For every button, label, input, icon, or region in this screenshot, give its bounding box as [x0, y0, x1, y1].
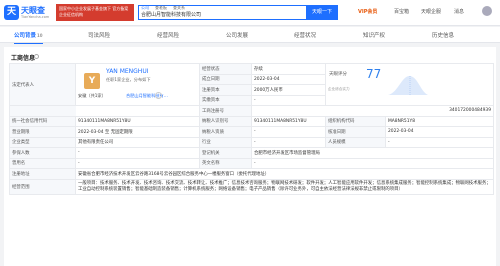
tab-operations[interactable]: 经营状况 — [294, 31, 316, 39]
more-icon[interactable] — [155, 92, 162, 99]
former-name-value: - — [75, 157, 200, 169]
business-info-card: 工商信息 法定代表人 Y YAN MENGHUI 任职1家企业，分布如下 安徽（… — [4, 47, 496, 266]
score-curve-icon — [388, 75, 428, 95]
term-label: 营业期限 — [9, 126, 76, 138]
score-value: 77 — [366, 67, 382, 81]
tab-operating-risk[interactable]: 经营风险 — [157, 31, 179, 39]
logo-mark-icon: 天 — [4, 5, 19, 20]
tab-count: 10 — [37, 33, 43, 38]
vip-link[interactable]: VIP会员 — [358, 8, 377, 15]
address-value: 安徽省合肥市经济技术开发区云谷路3168号云谷园区综合服务中心一楼服务窗口（委托… — [75, 168, 494, 180]
legal-rep-region: 安徽（共1家） — [78, 93, 106, 98]
company-type-value: 其他有限责任公司 — [75, 136, 200, 148]
credit-code-label: 统一社会信用代码 — [9, 115, 76, 127]
reg-capital-value: 2000万人民币 — [251, 84, 326, 96]
score-label: 天眼评分 — [329, 72, 347, 77]
brand-url: TianYancha.com — [21, 15, 50, 19]
legal-rep-summary: 任职1家企业，分布如下 — [106, 77, 151, 82]
section-title: 工商信息 — [11, 55, 36, 62]
scope-label: 经营范围 — [9, 178, 76, 195]
org-code-value: MA8NR51Y8 — [385, 115, 494, 127]
search-box: 公司 查老板 查关系 合肥山月智能科技有限公司 天眼一下 — [138, 5, 338, 20]
est-date-label: 成立日期 — [199, 73, 252, 85]
top-bar: 天 天眼查 TianYancha.com 国家中小企业发展子基金旗下 官方备案企… — [0, 0, 500, 26]
org-code-label: 组织机构代码 — [325, 115, 386, 127]
tab-label: 公司背景 — [14, 33, 37, 39]
tax-id-value: 91340111MA8NR51Y8U — [251, 115, 326, 127]
authority-label: 登记机关 — [199, 147, 252, 159]
staff-size-value: - — [385, 136, 494, 148]
est-date-value: 2022-03-04 — [251, 73, 326, 85]
taxpayer-label: 纳税人资质 — [199, 126, 252, 138]
enterprise-service-link[interactable]: 天眼企服 — [421, 8, 441, 15]
english-name-label: 英文名称 — [199, 157, 252, 169]
approve-date-value: 2022-03-04 — [385, 126, 494, 138]
english-name-value: - — [251, 157, 494, 169]
staff-size-label: 人员规模 — [325, 136, 386, 148]
user-avatar[interactable] — [482, 6, 492, 16]
spacer-cell — [75, 105, 200, 117]
tax-id-label: 纳税人识别号 — [199, 115, 252, 127]
reg-capital-label: 注册资本 — [199, 84, 252, 96]
scope-value: 一般项目：技术服务、技术开发、技术咨询、技术交流、技术转让、技术推广；信息技术咨… — [75, 178, 494, 195]
paid-capital-value: - — [251, 94, 326, 106]
address-label: 注册地址 — [9, 168, 76, 180]
tab-company-background[interactable]: 公司背景10 — [14, 31, 43, 44]
biz-reg-no-label: 工商注册号 — [199, 105, 252, 117]
business-info-table: 法定代表人 Y YAN MENGHUI 任职1家企业，分布如下 安徽（共1家） … — [9, 63, 494, 195]
biz-reg-no-value: 340172000484939 — [251, 105, 494, 117]
tab-ip[interactable]: 知识产权 — [363, 31, 385, 39]
tab-legal-risk[interactable]: 司法风险 — [88, 31, 110, 39]
spacer-cell — [9, 105, 76, 117]
legal-rep-label: 法定代表人 — [9, 63, 76, 106]
authority-value: 合肥市经济开发区市场监督管理局 — [251, 147, 494, 159]
tab-history[interactable]: 历史信息 — [432, 31, 454, 39]
search-input[interactable]: 合肥山月智能科技有限公司 — [141, 11, 281, 20]
legal-rep-panel: Y YAN MENGHUI 任职1家企业，分布如下 安徽（共1家） 合肥山月智能… — [77, 65, 199, 104]
former-name-label: 曾用名 — [9, 157, 76, 169]
taxpayer-value: - — [251, 126, 326, 138]
messages-link[interactable]: 消息 — [454, 8, 464, 15]
score-caption: 企业综合实力 — [328, 87, 350, 91]
insured-label: 参保人数 — [9, 147, 76, 159]
legal-rep-avatar[interactable]: Y — [84, 73, 100, 89]
status-value: 存续 — [251, 63, 326, 75]
section-tabs: 公司背景10 司法风险 经营风险 公司发展 经营状况 知识产权 历史信息 — [0, 27, 500, 44]
company-type-label: 企业类型 — [9, 136, 76, 148]
status-label: 经营状态 — [199, 63, 252, 75]
tianyan-score-panel[interactable]: 天眼评分 77 企业综合实力 — [327, 65, 493, 104]
paid-capital-label: 实缴资本 — [199, 94, 252, 106]
promo-banner[interactable]: 国家中小企业发展子基金旗下 官方备案企业征信机构 — [56, 4, 134, 21]
industry-value: - — [251, 136, 326, 148]
toolbox-link[interactable]: 百宝箱 — [394, 8, 409, 15]
legal-rep-name[interactable]: YAN MENGHUI — [106, 68, 148, 75]
industry-label: 行业 — [199, 136, 252, 148]
term-value: 2022-03-04 至 无固定期限 — [75, 126, 200, 138]
tab-development[interactable]: 公司发展 — [226, 31, 248, 39]
approve-date-label: 核准日期 — [325, 126, 386, 138]
search-button[interactable]: 天眼一下 — [306, 5, 338, 20]
tianyancha-logo[interactable]: 天 天眼查 TianYancha.com — [4, 4, 52, 22]
credit-code-value: 91340111MA8NR51Y8U — [75, 115, 200, 127]
insured-value: - — [75, 147, 200, 159]
info-icon[interactable] — [34, 54, 39, 59]
